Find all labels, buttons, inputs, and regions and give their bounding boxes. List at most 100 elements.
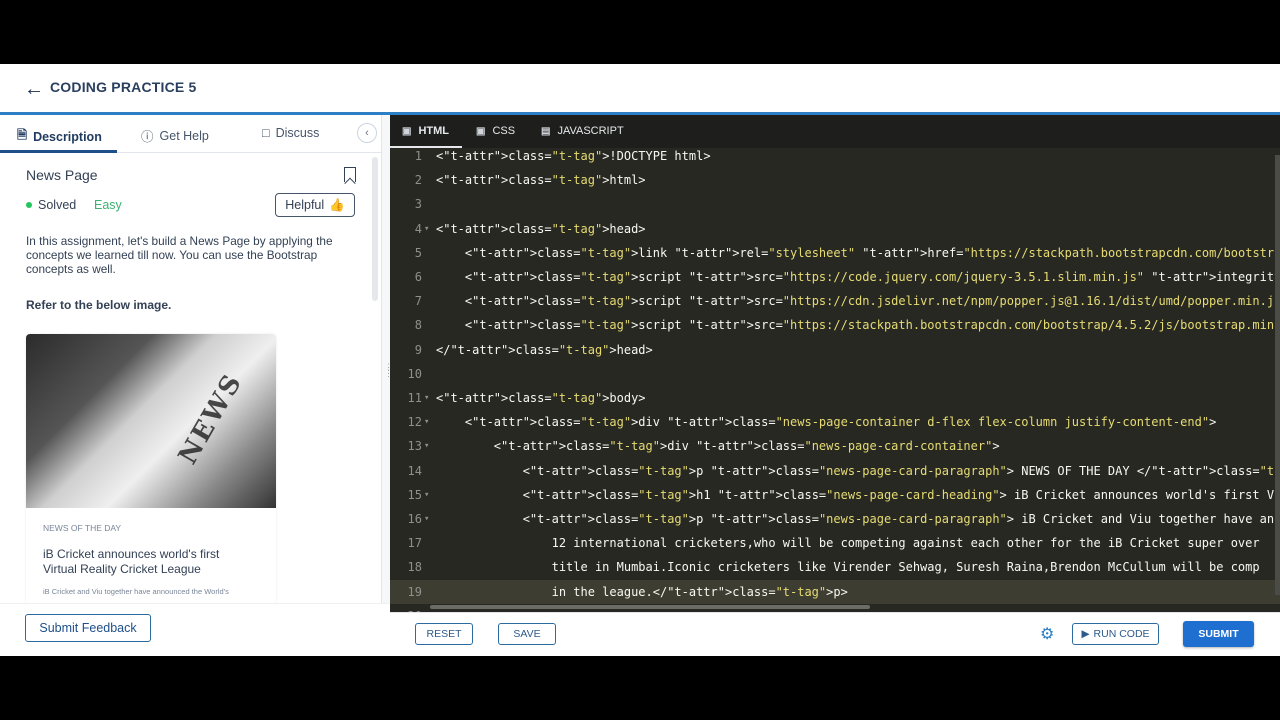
code-text: <"t-attr">class="t-tag">h1 "t-attr">clas… [436,487,1280,502]
panel-splitter[interactable] [382,115,390,603]
bookmark-icon[interactable] [344,167,356,182]
code-editor: ▣ HTML ▣ CSS ▤ JAVASCRIPT 1 <"t-attr">cla… [390,115,1280,612]
code-text: <"t-attr">class="t-tag">p "t-attr">class… [436,512,1280,526]
editor-horizontal-scrollbar[interactable] [430,605,870,609]
line-number: 20 [390,604,422,612]
problem-title: News Page [26,167,98,183]
js-file-icon: ▤ [541,125,551,137]
newspaper-graphic: NEWS [172,368,249,470]
save-button[interactable]: SAVE [498,623,556,645]
submit-button[interactable]: SUBMIT [1183,621,1254,647]
code-text: <"t-attr">class="t-tag">script "t-attr">… [436,270,1280,284]
line-number: 14 [407,463,422,478]
line-number: 1 [414,149,422,163]
css3-icon: ▣ [476,125,486,137]
tab-html[interactable]: ▣ HTML [402,125,449,137]
code-text: <"t-attr">class="t-tag">link "t-attr">re… [436,245,1280,260]
left-footer: Submit Feedback [0,603,390,656]
tab-get-help[interactable]: ⓘ Get Help [141,126,209,145]
fold-arrow-icon[interactable]: ▾ [424,507,429,531]
reset-button[interactable]: RESET [415,623,473,645]
refer-heading: Refer to the below image. [26,298,172,312]
tab-html-label: HTML [418,125,449,137]
play-icon: ▶ [1081,628,1090,640]
description-panel: 🗎 Description ⓘ Get Help □ Discuss ‹ New… [0,115,382,603]
code-line[interactable]: 16 ▾ <"t-attr">class="t-tag">p "t-attr">c… [390,507,1280,531]
line-number: 18 [407,560,422,575]
code-area[interactable]: 1 <"t-attr">class="t-tag">!DOCTYPE html> 2… [390,148,1280,612]
code-line[interactable]: 10 [390,362,1280,386]
tab-javascript-label: JAVASCRIPT [557,125,624,137]
code-line[interactable]: 12 ▾ <"t-attr">class="t-tag">div "t-attr"… [390,410,1280,434]
problem-description: In this assignment, let's build a News P… [26,234,333,276]
back-arrow-icon[interactable]: ← [24,78,44,101]
code-line[interactable]: 5 <"t-attr">class="t-tag">link "t-attr">… [390,241,1280,265]
code-text: <"t-attr">class="t-tag">p "t-attr">class… [436,463,1280,478]
code-line[interactable]: 9 </"t-attr">class="t-tag">head> [390,338,1280,362]
code-text: title in Mumbai.Iconic cricketers like V… [436,560,1260,575]
line-number: 2 [414,173,422,188]
code-line[interactable]: 4 ▾ <"t-attr">class="t-tag">head> [390,217,1280,241]
run-code-button[interactable]: ▶ RUN CODE [1072,623,1159,645]
line-number: 5 [414,245,422,260]
code-line[interactable]: 19 in the league.</"t-attr">class="t-tag… [390,579,1280,604]
tab-css[interactable]: ▣ CSS [476,125,515,137]
card-kicker: NEWS OF THE DAY [43,523,122,533]
help-icon: ⓘ [141,130,154,144]
code-line[interactable]: 15 ▾ <"t-attr">class="t-tag">h1 "t-attr">… [390,483,1280,507]
fold-arrow-icon[interactable]: ▾ [424,217,429,241]
run-code-label: RUN CODE [1093,628,1150,640]
code-line[interactable]: 6 <"t-attr">class="t-tag">script "t-attr… [390,265,1280,289]
line-number: 8 [414,318,422,333]
card-paragraph: iB Cricket and Viu together have announc… [43,587,229,596]
code-text: <"t-attr">class="t-tag">script "t-attr">… [436,294,1280,309]
helpful-button[interactable]: Helpful 👍 [275,193,355,217]
tab-get-help-label: Get Help [159,128,209,143]
collapse-panel-button[interactable]: ‹ [357,123,377,143]
thumbs-up-icon: 👍 [329,197,345,212]
fold-arrow-icon[interactable]: ▾ [424,410,429,434]
line-number: 10 [407,366,422,381]
code-line[interactable]: 14 <"t-attr">class="t-tag">p "t-attr">cl… [390,459,1280,483]
description-scrollbar[interactable] [372,157,378,301]
newspaper-photo: NEWS [26,334,276,508]
status-dot [26,202,32,208]
code-line[interactable]: 3 [390,192,1280,216]
card-heading: iB Cricket announces world's first Virtu… [43,547,220,576]
reference-image: NEWS NEWS OF THE DAY iB Cricket announce… [26,334,276,603]
code-line[interactable]: 1 <"t-attr">class="t-tag">!DOCTYPE html> [390,148,1280,168]
editor-vertical-scrollbar[interactable] [1275,155,1280,595]
code-text: <"t-attr">class="t-tag">script "t-attr">… [436,318,1280,333]
code-text: <"t-attr">class="t-tag">body> [436,391,646,405]
tab-description[interactable]: 🗎 Description [17,126,102,147]
code-line[interactable]: 7 <"t-attr">class="t-tag">script "t-attr… [390,289,1280,313]
fold-arrow-icon[interactable]: ▾ [424,386,429,410]
line-number: 4 [414,221,422,236]
editor-action-bar: RESET SAVE ⚙ ▶ RUN CODE SUBMIT [390,612,1280,656]
code-line[interactable]: 18 title in Mumbai.Iconic cricketers lik… [390,555,1280,579]
description-content: News Page Solved Easy Helpful 👍 In this … [0,153,372,603]
difficulty-label: Easy [94,198,122,212]
code-line[interactable]: 13 ▾ <"t-attr">class="t-tag">div "t-attr"… [390,434,1280,458]
gear-icon[interactable]: ⚙ [1040,624,1054,644]
left-tab-bar: 🗎 Description ⓘ Get Help □ Discuss ‹ [0,115,382,153]
code-line[interactable]: 11 ▾ <"t-attr">class="t-tag">body> [390,386,1280,410]
code-line[interactable]: 8 <"t-attr">class="t-tag">script "t-attr… [390,313,1280,337]
code-text: <"t-attr">class="t-tag">head> [436,221,646,236]
line-number: 9 [414,342,422,357]
tab-javascript[interactable]: ▤ JAVASCRIPT [541,125,624,137]
code-text: <"t-attr">class="t-tag">html> [436,173,646,188]
fold-arrow-icon[interactable]: ▾ [424,434,429,458]
fold-arrow-icon[interactable]: ▾ [424,483,429,507]
line-number: 17 [407,536,422,551]
line-number: 19 [407,584,422,599]
tab-discuss-label: Discuss [275,126,320,140]
tab-discuss[interactable]: □ Discuss [262,126,319,140]
app-screen: ← CODING PRACTICE 5 🗎 Description ⓘ Get … [0,64,1280,656]
line-number: 16 [407,512,422,526]
code-line[interactable]: 17 12 international cricketers,who will … [390,531,1280,555]
submit-feedback-button[interactable]: Submit Feedback [25,614,151,642]
line-number: 7 [414,294,422,309]
code-line[interactable]: 2 <"t-attr">class="t-tag">html> [390,168,1280,192]
line-number: 6 [414,270,422,284]
